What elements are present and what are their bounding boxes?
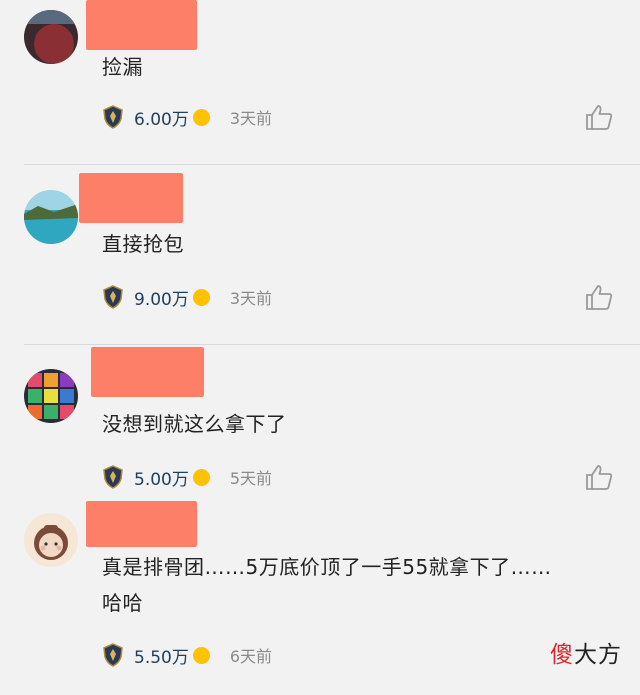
username-redacted [86, 501, 197, 547]
meta-row: 5.50万 6天前 [102, 641, 272, 669]
meta-row: 5.00万 5天前 [102, 463, 272, 491]
timestamp: 6天前 [229, 647, 273, 666]
username-redacted [79, 173, 183, 223]
meta-row: 9.00万 3天前 [102, 283, 272, 311]
watermark-rest: 大方 [574, 642, 622, 668]
comment-text-line1: 真是排骨团……5万底价顶了一手55就拿下了…… [102, 555, 552, 579]
comment-text: 捡漏 [102, 55, 143, 79]
amount: 5.50万 [134, 647, 189, 668]
thumbs-up-icon[interactable] [584, 282, 614, 312]
alliance-crest-icon [103, 643, 123, 667]
timestamp: 5天前 [229, 469, 273, 488]
gold-coin-icon [192, 108, 210, 126]
amount: 9.00万 [134, 289, 189, 310]
avatar[interactable] [24, 369, 78, 423]
avatar[interactable] [24, 190, 78, 244]
amount: 5.00万 [134, 469, 189, 490]
alliance-crest-icon [103, 285, 123, 309]
amount: 6.00万 [134, 109, 189, 130]
avatar[interactable] [24, 10, 78, 64]
comment-text-line2: 哈哈 [102, 591, 143, 615]
divider [24, 164, 640, 165]
alliance-crest-icon [103, 465, 123, 489]
gold-coin-icon [192, 646, 210, 664]
thumbs-up-icon[interactable] [584, 462, 614, 492]
avatar[interactable] [24, 513, 78, 567]
gold-coin-icon [192, 288, 210, 306]
gold-coin-icon [192, 468, 210, 486]
comment-text: 没想到就这么拿下了 [102, 412, 287, 436]
alliance-crest-icon [103, 105, 123, 129]
divider [24, 344, 640, 345]
username-redacted [91, 347, 204, 397]
comment-text: 直接抢包 [102, 232, 184, 256]
username-redacted [86, 0, 197, 50]
meta-row: 6.00万 3天前 [102, 103, 272, 131]
thumbs-up-icon[interactable] [584, 102, 614, 132]
timestamp: 3天前 [229, 289, 273, 308]
timestamp: 3天前 [229, 109, 273, 128]
watermark-first-char: 傻 [550, 642, 574, 668]
watermark: 傻大方 [550, 635, 622, 669]
